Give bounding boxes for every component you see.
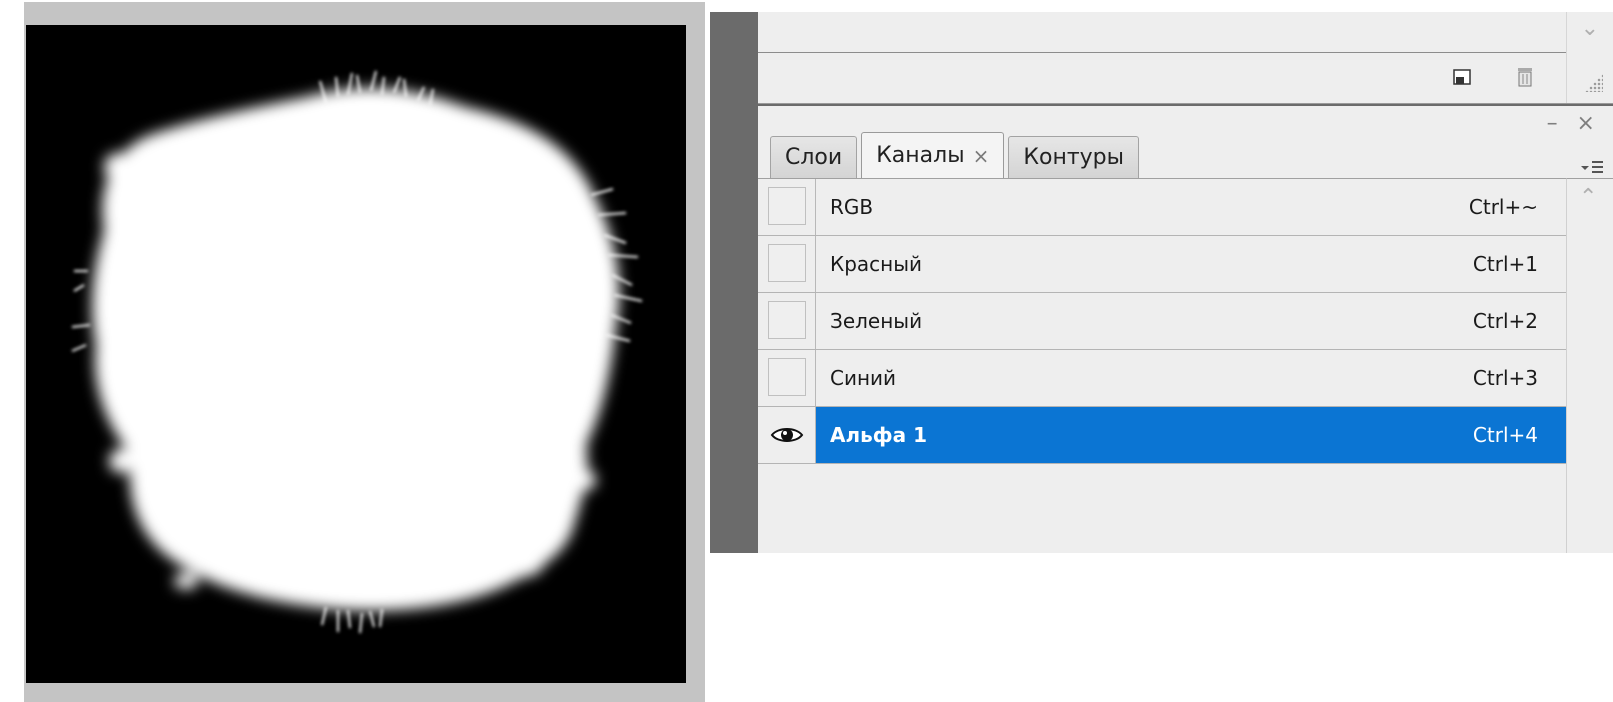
channel-cell[interactable]: Зеленый Ctrl+2 [816, 293, 1566, 349]
panel-dock: ⌄ – × Слои Каналы × Контуры RGB Ctrl+~ К… [710, 12, 1613, 553]
tab-label: Каналы [876, 143, 965, 168]
channel-cell[interactable]: RGB Ctrl+~ [816, 179, 1566, 235]
channel-shortcut: Ctrl+1 [1472, 252, 1538, 276]
channel-row-rgb[interactable]: RGB Ctrl+~ [758, 179, 1566, 236]
visibility-toggle[interactable] [758, 407, 816, 463]
tab-paths[interactable]: Контуры [1008, 136, 1139, 178]
channel-shortcut: Ctrl+~ [1468, 195, 1538, 219]
visibility-toggle[interactable] [758, 179, 816, 235]
channel-row-blue[interactable]: Синий Ctrl+3 [758, 350, 1566, 407]
channel-row-alpha-1[interactable]: Альфа 1 Ctrl+4 [758, 407, 1566, 464]
channel-row-green[interactable]: Зеленый Ctrl+2 [758, 293, 1566, 350]
channel-name: RGB [830, 195, 874, 219]
channel-shortcut: Ctrl+2 [1472, 309, 1538, 333]
tab-channels[interactable]: Каналы × [861, 132, 1005, 178]
tab-label: Слои [785, 145, 843, 170]
visibility-toggle[interactable] [758, 236, 816, 292]
channel-cell[interactable]: Альфа 1 Ctrl+4 [816, 407, 1566, 463]
divider [758, 52, 1566, 53]
channel-cell[interactable]: Красный Ctrl+1 [816, 236, 1566, 292]
channel-shortcut: Ctrl+3 [1472, 366, 1538, 390]
channel-name: Альфа 1 [830, 423, 927, 447]
visibility-box [768, 301, 806, 339]
channel-row-red[interactable]: Красный Ctrl+1 [758, 236, 1566, 293]
eye-icon [770, 428, 804, 442]
visibility-box [768, 244, 806, 282]
alpha-mask-image [71, 70, 643, 634]
channel-name: Зеленый [830, 309, 923, 333]
tab-layers[interactable]: Слои [770, 136, 858, 178]
channels-panel: – × Слои Каналы × Контуры RGB Ctrl+~ Кра… [758, 106, 1613, 553]
visibility-box [768, 358, 806, 396]
panel-menu-icon[interactable] [1579, 158, 1605, 180]
channel-cell[interactable]: Синий Ctrl+3 [816, 350, 1566, 406]
tab-label: Контуры [1023, 145, 1124, 170]
visibility-toggle[interactable] [758, 293, 816, 349]
close-icon[interactable]: × [973, 144, 990, 168]
alpha-channel-preview [26, 25, 686, 683]
channel-name: Синий [830, 366, 897, 390]
resize-grip-icon[interactable] [1585, 74, 1603, 92]
scroll-up-icon[interactable]: ⌃ [1579, 185, 1597, 210]
new-channel-icon[interactable] [1448, 62, 1478, 92]
panel-tabs: Слои Каналы × Контуры [770, 132, 1143, 178]
channel-scrollbar[interactable]: ⌃ [1566, 178, 1613, 553]
upper-panel: ⌄ [758, 12, 1613, 104]
channel-shortcut: Ctrl+4 [1472, 423, 1538, 447]
upper-scrollbar[interactable]: ⌄ [1566, 12, 1613, 103]
visibility-toggle[interactable] [758, 350, 816, 406]
channel-list: RGB Ctrl+~ Красный Ctrl+1 Зеленый Ctrl+2 [758, 178, 1566, 553]
scroll-down-icon[interactable]: ⌄ [1581, 14, 1599, 44]
channel-name: Красный [830, 252, 923, 276]
trash-icon[interactable] [1510, 62, 1540, 92]
visibility-box [768, 187, 806, 225]
panel-window-controls[interactable]: – × [1547, 110, 1601, 138]
